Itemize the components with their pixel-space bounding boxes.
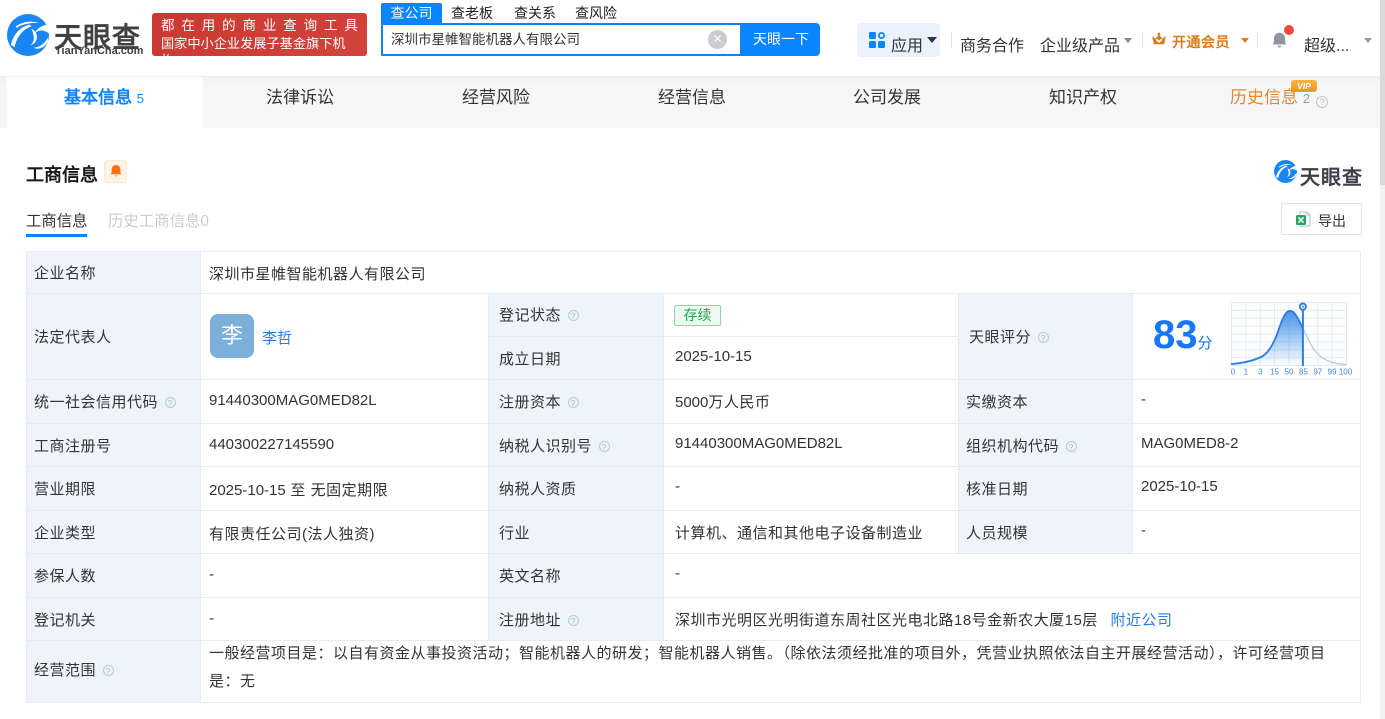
svg-text:50: 50: [1285, 368, 1294, 377]
svg-text:85: 85: [1299, 368, 1308, 377]
svg-text:99: 99: [1328, 368, 1337, 377]
svg-text:0: 0: [1231, 368, 1236, 377]
svg-text:100: 100: [1339, 368, 1353, 377]
svg-text:97: 97: [1313, 368, 1322, 377]
svg-text:3: 3: [1258, 368, 1263, 377]
svg-text:1: 1: [1244, 368, 1249, 377]
svg-text:15: 15: [1270, 368, 1279, 377]
